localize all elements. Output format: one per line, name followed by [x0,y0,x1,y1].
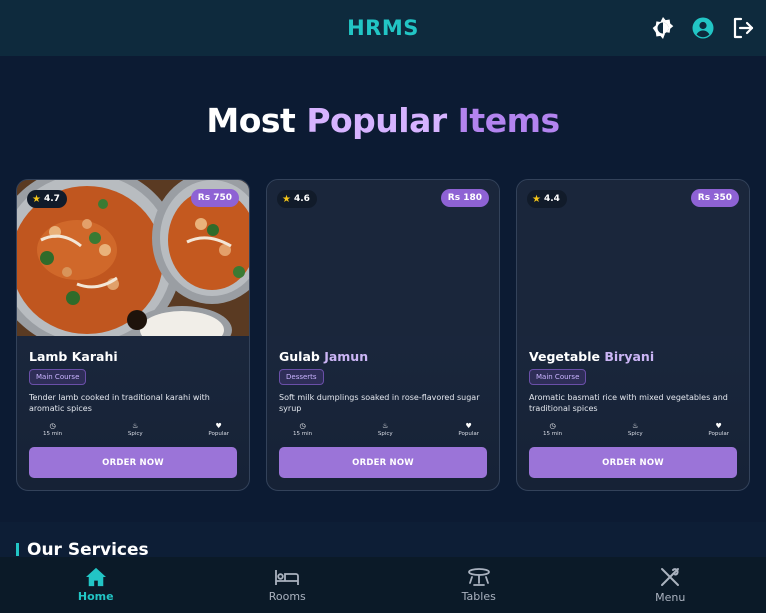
item-features: ◷ 15 min ♨ Spicy ♥ Popular [29,422,239,437]
rating-value: 4.7 [43,194,60,204]
order-now-button[interactable]: ORDER NOW [529,447,737,478]
feature-label: Spicy [627,431,643,437]
fire-icon: ♨ [382,422,389,430]
top-app-bar: HRMS [0,0,766,56]
fire-icon: ♨ [632,422,639,430]
item-name-part-2: Biryani [604,349,655,364]
price-badge: Rs 750 [190,189,239,207]
feature-popular: ♥ Popular [458,422,479,437]
home-icon [85,567,106,587]
feature-time: ◷ 15 min [543,422,562,437]
feature-spicy: ♨ Spicy [378,422,393,437]
rating-value: 4.4 [543,194,560,204]
rating-badge: ★ 4.4 [527,190,567,208]
feature-label: Popular [208,431,229,437]
feature-popular: ♥ Popular [708,422,729,437]
menu-item-card: ★ 4.6 Rs 180 Gulab Jamun Desserts Soft mi… [266,179,500,491]
rating-value: 4.6 [293,194,310,204]
feature-popular: ♥ Popular [208,422,229,437]
star-icon: ★ [32,193,41,205]
title-word-1: Most [206,101,296,140]
feature-label: 15 min [43,431,63,437]
feature-spicy: ♨ Spicy [628,422,643,437]
theme-toggle-icon[interactable] [650,14,676,42]
title-word-2: Popular [306,101,447,140]
order-now-button[interactable]: ORDER NOW [279,447,487,478]
feature-label: Spicy [377,431,393,437]
nav-menu[interactable]: Menu [575,557,766,613]
bed-icon [275,570,300,585]
item-description: Soft milk dumplings soaked in rose-flavo… [279,393,480,413]
feature-label: Popular [458,431,479,437]
nav-home[interactable]: Home [0,557,192,613]
feature-time: ◷ 15 min [293,422,312,437]
item-name-part-1: Lamb Karahi [29,349,118,364]
services-section: Our Services [0,522,766,560]
app-brand: HRMS [347,16,419,40]
feature-label: Popular [708,431,729,437]
bottom-navigation: Home Rooms Tables Menu [0,557,766,613]
rating-badge: ★ 4.7 [27,190,67,208]
nav-label: Home [77,590,114,603]
clock-icon: ◷ [299,422,306,430]
category-tag: Main Course [29,369,87,385]
star-icon: ★ [282,193,291,205]
rating-badge: ★ 4.6 [277,190,317,208]
item-name-part-1: Gulab [279,349,325,364]
logout-icon[interactable] [730,14,756,42]
section-accent-bar [16,543,19,556]
price-badge: Rs 180 [440,189,489,207]
item-name-part-1: Vegetable [529,349,605,364]
item-features: ◷ 15 min ♨ Spicy ♥ Popular [529,422,739,437]
category-tag: Desserts [279,369,324,385]
price-badge: Rs 350 [690,189,739,207]
utensils-icon [661,568,680,586]
nav-rooms[interactable]: Rooms [192,557,384,613]
title-word-3: Items [457,101,560,140]
table-icon [467,568,490,586]
nav-label: Menu [655,591,686,604]
item-features: ◷ 15 min ♨ Spicy ♥ Popular [279,422,489,437]
item-name-part-2: Jamun [324,349,369,364]
item-description: Tender lamb cooked in traditional karahi… [29,393,210,413]
feature-label: Spicy [127,431,143,437]
account-icon[interactable] [690,14,716,42]
item-description: Aromatic basmati rice with mixed vegetab… [529,393,728,413]
fire-icon: ♨ [132,422,139,430]
heart-icon: ♥ [715,422,722,430]
star-icon: ★ [532,193,541,205]
order-now-button[interactable]: ORDER NOW [29,447,237,478]
heart-icon: ♥ [215,422,222,430]
menu-item-card: ★ 4.7 Rs 750 Lamb Karahi Main Course Tend… [16,179,250,491]
section-title: Most Popular Items [0,101,766,140]
nav-label: Tables [461,590,496,603]
feature-label: 15 min [293,431,313,437]
heart-icon: ♥ [465,422,472,430]
item-name: Gulab Jamun [279,349,368,364]
clock-icon: ◷ [549,422,556,430]
category-tag: Main Course [529,369,587,385]
item-name: Lamb Karahi [29,349,118,364]
nav-tables[interactable]: Tables [383,557,575,613]
item-name: Vegetable Biryani [529,349,654,364]
header-actions [650,14,756,42]
feature-time: ◷ 15 min [43,422,62,437]
nav-label: Rooms [268,590,306,603]
menu-item-card: ★ 4.4 Rs 350 Vegetable Biryani Main Cours… [516,179,750,491]
clock-icon: ◷ [49,422,56,430]
feature-label: 15 min [543,431,563,437]
feature-spicy: ♨ Spicy [128,422,143,437]
